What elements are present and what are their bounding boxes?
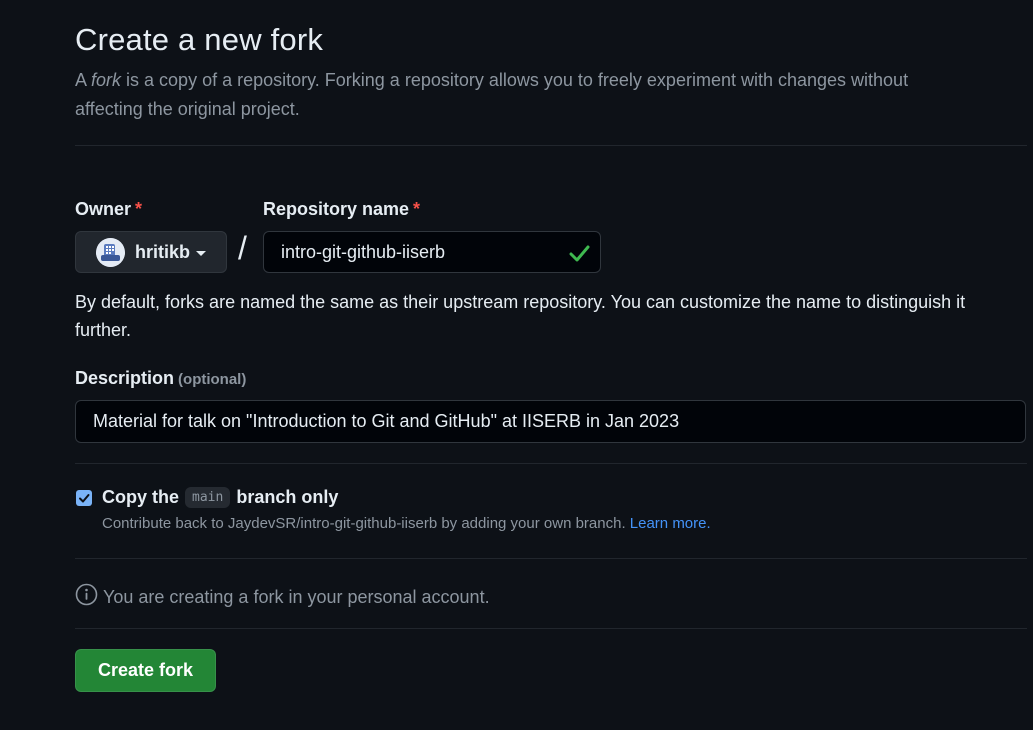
chevron-down-icon <box>196 250 207 256</box>
page-title: Create a new fork <box>75 22 324 57</box>
owner-name: hritikb <box>135 241 191 262</box>
subtitle-emphasis: fork <box>91 70 122 90</box>
owner-select-button[interactable]: hritikb <box>75 231 227 273</box>
repository-name-label-text: Repository name <box>263 199 410 219</box>
owner-repo-separator: / <box>238 230 247 266</box>
create-fork-button[interactable]: Create fork <box>75 649 216 692</box>
checkmark-icon <box>79 494 90 503</box>
owner-label-text: Owner <box>75 199 132 219</box>
copy-branch-label-prefix: Copy the <box>102 487 180 507</box>
repository-required-mark: * <box>413 199 421 219</box>
description-optional-label: (optional) <box>178 371 247 388</box>
fork-naming-note: By default, forks are named the same as … <box>75 292 966 340</box>
repository-name-input[interactable]: intro-git-github-iiserb <box>263 231 601 273</box>
description-value: Material for talk on "Introduction to Gi… <box>93 411 680 431</box>
owner-label: Owner * <box>75 199 142 220</box>
learn-more-link[interactable]: Learn more. <box>630 515 711 532</box>
description-divider <box>75 463 1027 464</box>
info-divider <box>75 628 1027 629</box>
branch-name-code: main <box>185 487 231 508</box>
description-label: Description (optional) <box>75 368 246 389</box>
repository-name-label: Repository name * <box>263 199 420 220</box>
page-subtitle: A fork is a copy of a repository. Forkin… <box>75 66 975 124</box>
repository-name-value: intro-git-github-iiserb <box>281 241 446 262</box>
subtitle-prefix: A <box>75 70 92 90</box>
info-icon <box>75 583 98 611</box>
copy-branch-label-suffix: branch only <box>236 487 339 507</box>
subtitle-text: is a copy of a repository. Forking a rep… <box>75 70 909 119</box>
copy-branch-label[interactable]: Copy the main branch only <box>102 487 338 508</box>
description-label-text: Description <box>75 368 175 388</box>
branch-divider <box>75 558 1027 559</box>
check-icon <box>568 242 590 269</box>
header-divider <box>75 145 1027 146</box>
owner-required-mark: * <box>135 199 143 219</box>
create-fork-page: Create a new fork A fork is a copy of a … <box>0 0 1033 730</box>
personal-account-info: You are creating a fork in your personal… <box>75 583 490 611</box>
info-text: You are creating a fork in your personal… <box>103 586 490 607</box>
copy-main-branch-checkbox[interactable] <box>76 490 92 506</box>
description-input[interactable]: Material for talk on "Introduction to Gi… <box>75 400 1026 443</box>
copy-branch-help: Contribute back to JaydevSR/intro-git-gi… <box>102 515 711 532</box>
avatar <box>96 237 125 267</box>
copy-branch-help-text: Contribute back to JaydevSR/intro-git-gi… <box>102 515 626 532</box>
